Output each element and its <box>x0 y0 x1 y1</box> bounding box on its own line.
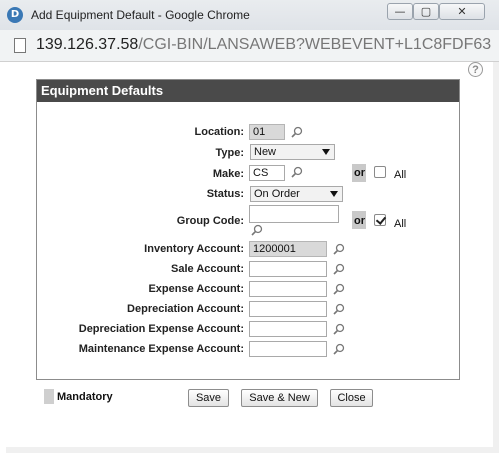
make-label: Make: <box>212 168 244 180</box>
group-all-checkbox[interactable] <box>374 214 386 226</box>
make-all-label: All <box>394 169 407 181</box>
location-field[interactable]: 01 <box>249 124 285 140</box>
window-bottom-border <box>6 447 493 453</box>
make-search-icon[interactable] <box>291 166 303 178</box>
maintenance-expense-account-field[interactable] <box>249 341 327 357</box>
sale-account-field[interactable] <box>249 261 327 277</box>
group-code-field[interactable] <box>249 205 339 223</box>
mandatory-swatch <box>44 389 54 404</box>
location-label: Location: <box>194 126 245 138</box>
inventory-account-search-icon[interactable] <box>333 243 345 255</box>
maintenance-expense-account-label: Maintenance Expense Account: <box>78 343 244 355</box>
depreciation-expense-account-search-icon[interactable] <box>333 323 345 335</box>
address-bar[interactable]: 139.126.37.58/CGI-BIN/LANSAWEB?WEBEVENT+… <box>0 30 499 62</box>
group-or-label: or <box>354 215 365 227</box>
status-select[interactable]: On Order <box>250 186 343 202</box>
sale-account-search-icon[interactable] <box>333 263 345 275</box>
depreciation-account-label: Depreciation Account: <box>127 303 244 315</box>
minimize-button[interactable]: — <box>387 3 413 20</box>
expense-account-search-icon[interactable] <box>333 283 345 295</box>
depreciation-account-search-icon[interactable] <box>333 303 345 315</box>
chevron-down-icon <box>330 191 338 197</box>
maintenance-expense-account-search-icon[interactable] <box>333 343 345 355</box>
save-and-new-button[interactable]: Save & New <box>241 389 318 407</box>
depreciation-expense-account-field[interactable] <box>249 321 327 337</box>
expense-account-field[interactable] <box>249 281 327 297</box>
chevron-down-icon <box>322 149 330 155</box>
url-host: 139.126.37.58 <box>36 36 139 53</box>
app-logo-icon: D <box>7 7 23 23</box>
save-button[interactable]: Save <box>188 389 229 407</box>
inventory-account-field[interactable]: 1200001 <box>249 241 327 257</box>
depreciation-expense-account-label: Depreciation Expense Account: <box>78 323 244 335</box>
status-label: Status: <box>206 188 244 200</box>
expense-account-label: Expense Account: <box>148 283 244 295</box>
location-search-icon[interactable] <box>291 126 303 138</box>
url-path: /CGI-BIN/LANSAWEB?WEBEVENT+L1C8FDF636A..… <box>138 36 491 53</box>
panel-title: Equipment Defaults <box>37 80 459 102</box>
close-window-button[interactable]: ✕ <box>439 3 485 20</box>
type-select-value: New <box>254 146 277 158</box>
make-all-checkbox[interactable] <box>374 166 386 178</box>
page-icon <box>14 38 26 53</box>
group-all-label: All <box>394 218 407 230</box>
help-icon[interactable]: ? <box>468 62 483 77</box>
sale-account-label: Sale Account: <box>171 263 244 275</box>
make-field[interactable]: CS <box>249 165 285 181</box>
url-text[interactable]: 139.126.37.58/CGI-BIN/LANSAWEB?WEBEVENT+… <box>36 36 491 54</box>
make-or-label: or <box>354 167 365 179</box>
inventory-account-label: Inventory Account: <box>144 243 244 255</box>
group-code-search-icon[interactable] <box>251 224 263 236</box>
maximize-button[interactable]: ▢ <box>413 3 439 20</box>
type-select[interactable]: New <box>250 144 335 160</box>
type-label: Type: <box>215 147 244 159</box>
window-titlebar: D Add Equipment Default - Google Chrome … <box>0 0 499 31</box>
close-button[interactable]: Close <box>330 389 373 407</box>
window-title: Add Equipment Default - Google Chrome <box>31 8 250 22</box>
depreciation-account-field[interactable] <box>249 301 327 317</box>
mandatory-label: Mandatory <box>57 391 113 403</box>
group-code-label: Group Code: <box>176 215 244 227</box>
status-select-value: On Order <box>254 188 300 200</box>
